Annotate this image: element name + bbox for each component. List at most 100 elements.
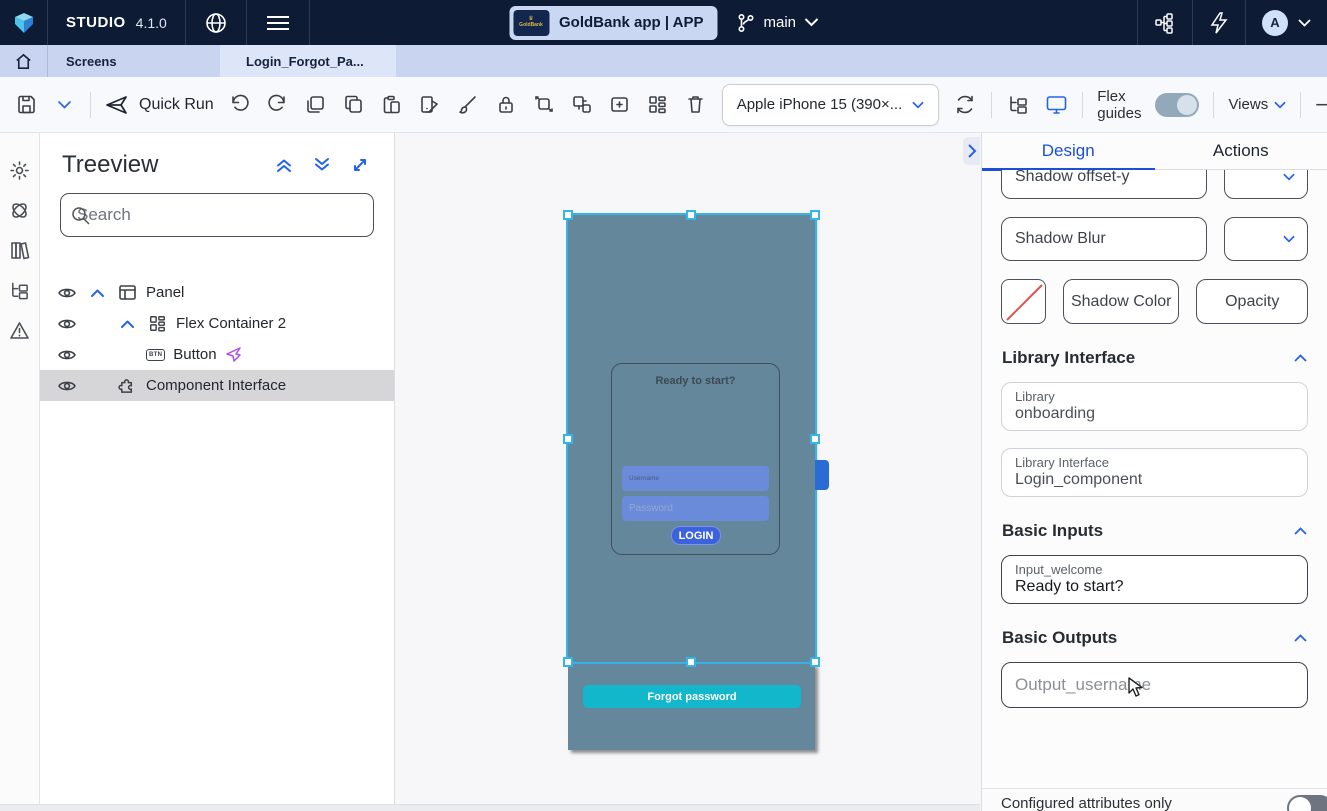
chevron-up-icon[interactable] [116, 313, 138, 335]
tree-item-label[interactable]: Panel [146, 284, 184, 301]
selection-handle-w[interactable] [563, 434, 573, 444]
app-selector[interactable]: ♛ GoldBank GoldBank app | APP [509, 6, 718, 40]
topbar-center: ♛ GoldBank GoldBank app | APP main [509, 0, 818, 45]
tree-row-panel[interactable]: Panel [40, 277, 394, 308]
quick-actions-button[interactable] [1192, 0, 1245, 45]
treeview-nav-button[interactable] [8, 278, 32, 302]
lock-button[interactable] [494, 93, 518, 117]
library-interface-field[interactable]: Library Interface Login_component [1001, 448, 1308, 497]
visibility-eye-icon[interactable] [56, 375, 78, 397]
tree-item-label[interactable]: Component Interface [146, 377, 286, 394]
quick-run-button[interactable]: Quick Run [105, 95, 214, 115]
chevron-up-icon[interactable] [1294, 527, 1307, 535]
branch-selector[interactable]: main [735, 13, 818, 33]
selection-handle-ne[interactable] [810, 210, 820, 220]
collapse-all-button[interactable] [272, 153, 296, 177]
org-structure-button[interactable] [1137, 0, 1192, 45]
password-field[interactable]: Password [622, 496, 769, 521]
add-frame-button[interactable] [608, 93, 632, 117]
shadow-color-swatch[interactable] [1001, 279, 1046, 324]
tree-item-label[interactable]: Button [173, 346, 216, 363]
language-button[interactable] [186, 0, 247, 45]
views-dropdown[interactable]: Views [1228, 96, 1286, 113]
main-menu-button[interactable] [247, 0, 310, 45]
selection-handle-nw[interactable] [563, 210, 573, 220]
selection-handle-sw[interactable] [563, 657, 573, 667]
account-menu[interactable]: A [1245, 0, 1327, 45]
component-drag-handle[interactable] [815, 460, 829, 490]
warnings-button[interactable] [8, 318, 32, 342]
opacity-field[interactable]: Opacity [1196, 279, 1308, 324]
tab-design[interactable]: Design [982, 133, 1155, 169]
visibility-eye-icon[interactable] [56, 282, 78, 304]
inspector-collapse-button[interactable] [963, 137, 980, 165]
home-icon [14, 52, 33, 71]
theme-tokens-button[interactable] [418, 93, 442, 117]
treeview-header: Treeview [40, 151, 394, 179]
org-chart-icon [1154, 12, 1176, 34]
shadow-color-field[interactable]: Shadow Color [1063, 279, 1179, 324]
expand-all-button[interactable] [310, 153, 334, 177]
tree-row-flex-container[interactable]: Flex Container 2 [40, 308, 394, 339]
basic-inputs-section-header[interactable]: Basic Inputs [1002, 521, 1307, 541]
visibility-eye-icon[interactable] [56, 344, 78, 366]
tree-item-label[interactable]: Flex Container 2 [176, 315, 286, 332]
welcome-text[interactable]: Ready to start? [611, 375, 780, 387]
library-field[interactable]: Library onboarding [1001, 382, 1308, 431]
design-canvas[interactable]: Ready to start? Username Password LOGIN … [395, 133, 981, 811]
selection-handle-se[interactable] [810, 657, 820, 667]
selection-handle-e[interactable] [810, 434, 820, 444]
ungroup-button[interactable] [570, 93, 594, 117]
duplicate-button[interactable] [304, 93, 328, 117]
input-welcome-field[interactable]: Input_welcome Ready to start? [1001, 555, 1308, 604]
tree-row-component-interface[interactable]: Component Interface [40, 370, 394, 401]
settings-button[interactable] [8, 158, 32, 182]
chevron-up-icon[interactable] [1294, 354, 1307, 362]
copy-button[interactable] [342, 93, 366, 117]
library-button[interactable] [8, 238, 32, 262]
selection-handle-s[interactable] [686, 657, 696, 667]
forgot-password-button[interactable]: Forgot password [583, 685, 801, 708]
delete-button[interactable] [684, 93, 708, 117]
horizontal-scrollbar[interactable] [0, 804, 980, 811]
save-options-chevron[interactable] [52, 93, 76, 117]
library-interface-section-header[interactable]: Library Interface [1002, 348, 1307, 368]
zoom-out-button[interactable]: − [1315, 92, 1327, 118]
components-button[interactable] [8, 198, 32, 222]
login-button[interactable]: LOGIN [671, 526, 721, 545]
paste-button[interactable] [380, 93, 404, 117]
shadow-blur-field[interactable]: Shadow Blur [1001, 217, 1207, 261]
tree-row-button[interactable]: BTN Button [40, 339, 394, 370]
flex-guides-toggle[interactable] [1155, 93, 1199, 117]
preview-monitor-button[interactable] [1044, 93, 1068, 117]
tree-search-input[interactable] [61, 194, 373, 236]
group-button[interactable] [532, 93, 556, 117]
undo-button[interactable] [228, 93, 252, 117]
basic-outputs-section-header[interactable]: Basic Outputs [1002, 628, 1307, 648]
tab-screens[interactable]: Screens [48, 45, 220, 77]
username-field[interactable]: Username [622, 466, 769, 491]
selection-handle-n[interactable] [686, 210, 696, 220]
visibility-eye-icon[interactable] [56, 313, 78, 335]
avatar[interactable]: A [1262, 10, 1288, 36]
tree-view-button[interactable] [1006, 93, 1030, 117]
chevron-up-icon[interactable] [1294, 634, 1307, 642]
chevron-up-icon[interactable] [86, 282, 108, 304]
home-button[interactable] [0, 45, 48, 77]
shadow-offset-y-unit-dropdown[interactable] [1224, 170, 1308, 199]
style-brush-button[interactable] [456, 93, 480, 117]
editor-toolbar: Quick Run Apple iPhone 15 (390×... [0, 77, 1327, 133]
tab-login-forgot[interactable]: Login_Forgot_Pa... [220, 45, 396, 77]
output-username-field[interactable]: Output_username [1001, 662, 1308, 708]
tab-actions[interactable]: Actions [1155, 133, 1327, 169]
device-selector[interactable]: Apple iPhone 15 (390×... [722, 84, 940, 126]
layout-grid-button[interactable] [646, 93, 670, 117]
shadow-blur-unit-dropdown[interactable] [1224, 217, 1308, 261]
redo-button[interactable] [266, 93, 290, 117]
shadow-offset-y-field[interactable]: Shadow offset-y [1001, 170, 1207, 199]
expand-panel-button[interactable] [348, 153, 372, 177]
save-button[interactable] [14, 93, 38, 117]
studio-logo[interactable] [0, 0, 48, 45]
configured-attributes-toggle[interactable] [1287, 795, 1327, 811]
sync-button[interactable] [953, 93, 977, 117]
